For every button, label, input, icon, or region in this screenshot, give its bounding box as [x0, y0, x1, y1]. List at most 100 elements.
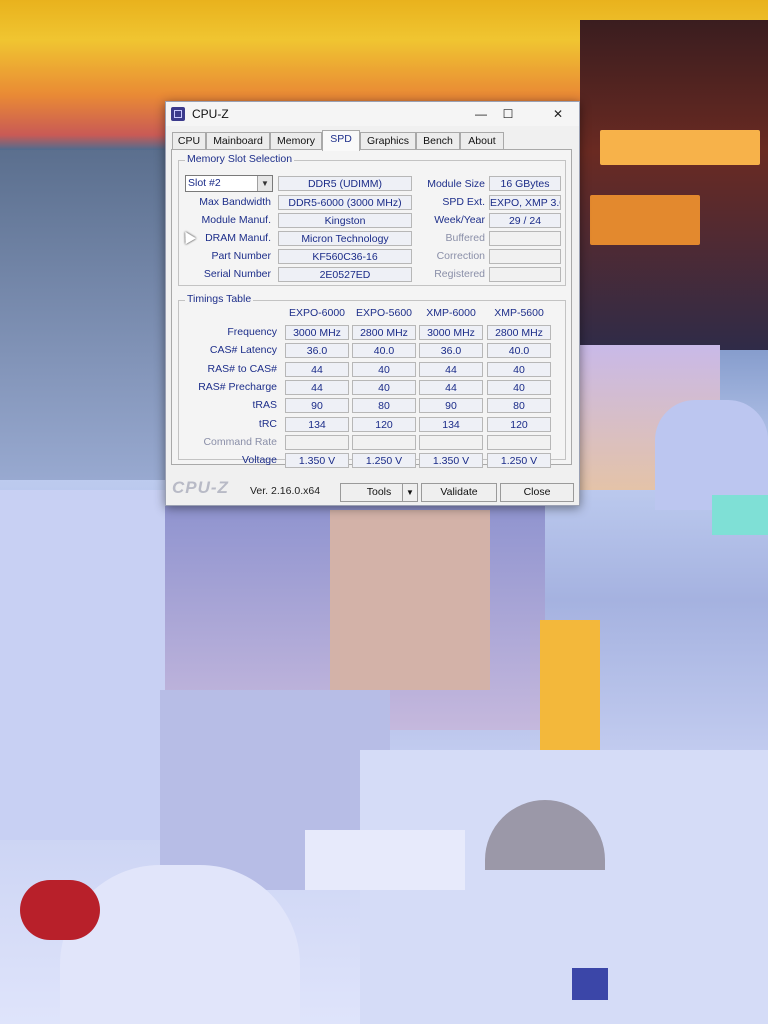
- correction-value: [489, 249, 561, 264]
- timings-cell: 40: [352, 379, 416, 395]
- timings-cell: 40: [352, 361, 416, 377]
- wallpaper-lit-stairs: [540, 620, 600, 750]
- validate-button[interactable]: Validate: [421, 483, 497, 502]
- timings-cell: [352, 434, 416, 450]
- tab-about[interactable]: About: [460, 132, 504, 149]
- timings-row-label: tRC: [258, 417, 277, 430]
- timings-cell: 1.250 V: [352, 453, 416, 469]
- spd-ext-label: SPD Ext.: [442, 196, 485, 208]
- serial-number-value: 2E0527ED: [278, 267, 412, 282]
- timings-column-header: XMP-6000: [426, 307, 476, 319]
- tab-bench[interactable]: Bench: [416, 132, 460, 149]
- timings-row-label: tRAS: [252, 399, 277, 412]
- cpuz-logo: CPU-Z: [172, 478, 229, 497]
- timings-column-header: EXPO-6000: [288, 307, 346, 319]
- tab-spd[interactable]: SPD: [322, 130, 360, 151]
- registered-value: [489, 267, 561, 282]
- chevron-down-icon: ▼: [257, 176, 272, 191]
- wallpaper-terracotta-house: [330, 510, 490, 690]
- timings-cell: 90: [285, 398, 349, 414]
- max-bandwidth-value: DDR5-6000 (3000 MHz): [278, 195, 412, 210]
- tools-button[interactable]: Tools ▼: [340, 483, 418, 502]
- timings-row-label: RAS# to CAS#: [207, 362, 277, 375]
- module-size-label: Module Size: [427, 178, 485, 190]
- tab-memory[interactable]: Memory: [270, 132, 322, 149]
- timings-cell: 44: [419, 361, 483, 377]
- cpuz-window: CPU-Z — ☐ ✕ CPU Mainboard Memory SPD Gra…: [165, 101, 580, 506]
- timings-cell: 36.0: [285, 343, 349, 359]
- timings-cell: 3000 MHz: [419, 325, 483, 340]
- timings-cell: 2800 MHz: [487, 325, 551, 340]
- timings-cell: [419, 434, 483, 450]
- week-year-value: 29 / 24: [489, 213, 561, 228]
- timings-cell: 1.350 V: [285, 453, 349, 469]
- part-number-value: KF560C36-16: [278, 249, 412, 264]
- title-bar[interactable]: CPU-Z — ☐ ✕: [166, 102, 579, 126]
- wallpaper-white-houses-left: [0, 490, 170, 840]
- timings-cell: 40.0: [352, 343, 416, 359]
- slot-select[interactable]: Slot #2 ▼: [185, 175, 273, 192]
- timings-cell: 90: [419, 398, 483, 414]
- registered-label: Registered: [434, 268, 485, 280]
- minimize-button[interactable]: —: [471, 105, 491, 123]
- correction-label: Correction: [436, 250, 485, 262]
- tab-cpu[interactable]: CPU: [172, 132, 206, 149]
- wallpaper-lit-terrace: [600, 130, 760, 165]
- timings-cell: 120: [487, 416, 551, 432]
- slot-select-value: Slot #2: [188, 177, 221, 189]
- spd-panel: Memory Slot Selection Slot #2 ▼ DDR5 (UD…: [171, 149, 572, 469]
- wallpaper-white-dome: [60, 865, 300, 1024]
- version-text: Ver. 2.16.0.x64: [250, 485, 321, 497]
- buffered-value: [489, 231, 561, 246]
- module-type-value: DDR5 (UDIMM): [278, 176, 412, 191]
- wallpaper-cliff: [0, 150, 165, 480]
- close-window-button[interactable]: ✕: [548, 105, 568, 123]
- timings-column-header: EXPO-5600: [355, 307, 413, 319]
- maximize-button[interactable]: ☐: [498, 105, 518, 123]
- timings-row-label: RAS# Precharge: [198, 380, 277, 393]
- timings-cell: 134: [285, 416, 349, 432]
- timings-cell: 80: [487, 398, 551, 414]
- timings-cell: 120: [352, 416, 416, 432]
- timings-cell: [487, 434, 551, 450]
- window-title: CPU-Z: [192, 107, 229, 121]
- timings-cell: 1.250 V: [487, 453, 551, 469]
- tab-mainboard[interactable]: Mainboard: [206, 132, 270, 149]
- module-size-value: 16 GBytes: [489, 176, 561, 191]
- timings-cell: 2800 MHz: [352, 325, 416, 340]
- cpuz-app-icon: [171, 107, 185, 121]
- timings-row-label: Frequency: [227, 326, 277, 338]
- part-number-label: Part Number: [211, 250, 271, 262]
- dram-manuf-value: Micron Technology: [278, 231, 412, 246]
- timings-row-label: Voltage: [241, 454, 277, 467]
- module-manuf-label: Module Manuf.: [201, 214, 271, 226]
- max-bandwidth-label: Max Bandwidth: [199, 196, 271, 208]
- module-manuf-value: Kingston: [278, 213, 412, 228]
- close-button[interactable]: Close: [500, 483, 574, 502]
- footer: CPU-Z Ver. 2.16.0.x64 Tools ▼ Validate C…: [166, 468, 577, 504]
- memory-slot-group-title: Memory Slot Selection: [185, 153, 295, 165]
- week-year-label: Week/Year: [434, 214, 485, 226]
- wallpaper-night-building: [580, 20, 768, 350]
- wallpaper-pool: [712, 495, 768, 535]
- timings-cell: 36.0: [419, 343, 483, 359]
- timings-cell: 44: [285, 361, 349, 377]
- timings-group: Timings Table EXPO-6000 EXPO-5600 XMP-6000…: [178, 293, 566, 469]
- timings-cell: 134: [419, 416, 483, 432]
- wallpaper-flowers: [20, 880, 100, 940]
- wallpaper-dome: [655, 400, 768, 510]
- timings-column-header: XMP-5600: [494, 307, 544, 319]
- chevron-down-icon: ▼: [402, 484, 417, 501]
- timings-cell: [285, 434, 349, 450]
- timings-cell: 80: [352, 398, 416, 414]
- timings-cell: 40: [487, 379, 551, 395]
- timings-cell: 40.0: [487, 343, 551, 359]
- tools-button-label: Tools: [366, 486, 392, 498]
- timings-cell: 1.350 V: [419, 453, 483, 469]
- timings-row-label: CAS# Latency: [209, 344, 277, 357]
- tab-graphics[interactable]: Graphics: [360, 132, 416, 149]
- timings-cell: 44: [419, 379, 483, 395]
- timings-row-label: Command Rate: [203, 435, 277, 448]
- timings-cell: 44: [285, 379, 349, 395]
- timings-cell: 40: [487, 361, 551, 377]
